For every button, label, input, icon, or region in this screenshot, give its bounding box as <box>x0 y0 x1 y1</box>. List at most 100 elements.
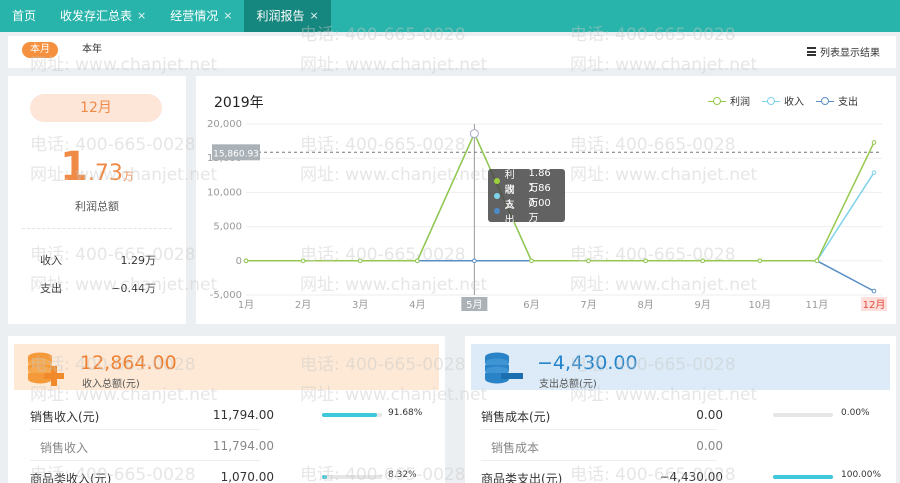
period-this-year-button[interactable]: 本年 <box>74 42 110 58</box>
row-percent: 91.68% <box>388 408 423 418</box>
legend-label: 收入 <box>784 97 804 108</box>
x-tick-label: 2月 <box>295 299 311 311</box>
tab-label: 首页 <box>12 9 37 23</box>
row-percent: 0.00% <box>841 408 870 418</box>
dot-icon <box>494 192 500 199</box>
row-name: 商品类支出(元) <box>481 472 563 483</box>
row-name: 销售收入 <box>40 441 89 455</box>
income-breakdown-card: 12,864.00 收入总额(元) 销售收入(元) 11,794.00 91.6… <box>8 336 445 483</box>
data-point <box>529 258 534 264</box>
x-tick-label: 3月 <box>352 299 368 311</box>
x-tick-label: 4月 <box>409 299 425 311</box>
expense-breakdown-card: −4,430.00 支出总额(元) 销售成本(元) 0.00 0.00% 销售成… <box>465 336 896 483</box>
legend-label: 支出 <box>838 97 858 108</box>
close-icon[interactable]: × <box>310 0 319 32</box>
income-label: 收入 <box>40 254 62 267</box>
expense-total-amount: −4,430.00 <box>537 352 638 374</box>
income-value: 1.29万 <box>120 254 157 267</box>
row-name: 商品类收入(元) <box>30 472 112 483</box>
dot-icon <box>494 207 500 214</box>
legend-item-income[interactable]: 收入 <box>762 93 804 108</box>
profit-decimal: .73 <box>87 161 123 186</box>
close-icon[interactable]: × <box>223 0 232 32</box>
row-percent: 100.00% <box>841 470 882 480</box>
row-value: 1,070.00 <box>220 470 274 483</box>
chart-legend: 利润 收入 支出 <box>708 93 858 108</box>
row-percent: 8.32% <box>388 470 417 480</box>
data-point <box>300 258 306 264</box>
profit-total-label: 利润总额 <box>75 200 119 213</box>
tooltip-label: 支出 <box>504 199 515 226</box>
expense-label: 支出 <box>40 282 62 295</box>
period-bar: 本月 本年 列表显示结果 <box>8 36 896 68</box>
row-value: 0.00 <box>696 439 723 453</box>
row-name: 销售成本(元) <box>481 410 551 424</box>
row-value: 0.00 <box>696 408 723 422</box>
progress-bar <box>773 475 833 479</box>
tab-label: 经营情况 <box>170 9 219 23</box>
reference-label: 15,860.93 <box>213 149 259 159</box>
chart-title: 2019年 <box>214 95 264 111</box>
active-point <box>469 129 479 139</box>
profit-summary-card: 12月 1.73万 利润总额 收入 1.29万 支出 −0.44万 <box>8 76 186 324</box>
series-line <box>246 260 875 292</box>
list-view-label: 列表显示结果 <box>820 48 880 59</box>
coins-plus-icon <box>28 352 64 386</box>
x-tick-label: 5月 <box>466 299 482 311</box>
progress-bar <box>773 413 833 417</box>
tab-label: 利润报告 <box>256 9 305 23</box>
table-row[interactable]: 商品类收入(元) 1,070.00 8.32% <box>8 470 445 483</box>
tab-profit-report[interactable]: 利润报告 × <box>244 0 331 32</box>
table-row[interactable]: 商品类支出(元) −4,430.00 100.00% <box>465 470 896 483</box>
tab-home[interactable]: 首页 <box>0 0 48 32</box>
x-tick-label: 10月 <box>748 299 771 311</box>
table-row: 销售成本 0.00 <box>465 439 896 467</box>
profit-chart-card: 20,00015,00010,0005,0000-5,00015,860.931… <box>196 76 896 324</box>
data-point <box>757 258 763 264</box>
income-total-banner: 12,864.00 收入总额(元) <box>14 344 439 390</box>
data-point <box>814 258 820 264</box>
expense-total-banner: −4,430.00 支出总额(元) <box>471 344 890 390</box>
divider <box>22 228 172 229</box>
table-row: 销售收入 11,794.00 <box>8 439 445 467</box>
x-tick-label: 12月 <box>863 299 886 311</box>
tooltip-value: 0.00万 <box>528 197 551 224</box>
x-tick-label: 7月 <box>580 299 596 311</box>
month-badge: 12月 <box>30 94 162 122</box>
divider <box>30 460 260 461</box>
legend-item-expense[interactable]: 支出 <box>816 93 858 108</box>
income-row: 收入 1.29万 <box>40 252 156 268</box>
y-tick-label: 0 <box>236 256 242 267</box>
close-icon[interactable]: × <box>137 0 146 32</box>
tab-business-status[interactable]: 经营情况 × <box>158 0 244 32</box>
x-tick-label: 1月 <box>238 299 254 311</box>
coins-minus-icon <box>485 352 523 384</box>
expense-total-label: 支出总额(元) <box>539 379 597 390</box>
data-point <box>871 140 877 145</box>
data-point <box>243 258 249 264</box>
row-value: 11,794.00 <box>212 408 274 422</box>
progress-bar <box>322 413 382 417</box>
data-point <box>414 258 420 264</box>
period-this-month-button[interactable]: 本月 <box>22 42 58 58</box>
y-tick-label: 20,000 <box>207 119 242 130</box>
legend-line-icon <box>816 96 834 105</box>
divider <box>481 429 717 430</box>
x-tick-label: 11月 <box>806 299 829 311</box>
x-tick-label: 6月 <box>523 299 539 311</box>
profit-integer: 1 <box>60 144 88 190</box>
tab-inventory-summary[interactable]: 收发存汇总表 × <box>48 0 158 32</box>
divider <box>30 429 260 430</box>
table-row[interactable]: 销售成本(元) 0.00 0.00% <box>465 408 896 436</box>
legend-item-profit[interactable]: 利润 <box>708 93 750 108</box>
data-point <box>586 258 591 264</box>
divider <box>481 460 717 461</box>
row-name: 销售成本 <box>491 441 540 455</box>
expense-row: 支出 −0.44万 <box>40 280 156 296</box>
row-name: 销售收入(元) <box>30 410 100 424</box>
list-view-button[interactable]: 列表显示结果 <box>807 44 880 59</box>
row-value: 11,794.00 <box>212 439 274 453</box>
table-row[interactable]: 销售收入(元) 11,794.00 91.68% <box>8 408 445 436</box>
dot-icon <box>494 177 500 184</box>
legend-line-icon <box>708 96 726 105</box>
